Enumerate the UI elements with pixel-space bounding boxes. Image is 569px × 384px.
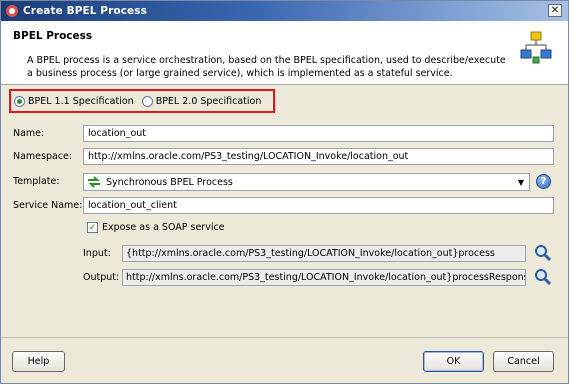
service-name-input[interactable]: location_out_client <box>83 197 554 214</box>
input-message-field[interactable]: {http://xmlns.oracle.com/PS3_testing/LOC… <box>122 245 526 262</box>
bpel-2-0-label: BPEL 2.0 Specification <box>155 95 262 107</box>
sync-process-icon <box>88 176 100 188</box>
output-label: Output: <box>83 272 120 283</box>
help-button[interactable]: Help <box>12 351 65 372</box>
expose-soap-checkbox[interactable]: ✓ Expose as a SOAP service <box>87 222 225 233</box>
template-value: Synchronous BPEL Process <box>106 176 233 188</box>
ok-button-label: OK <box>446 356 461 367</box>
radio-unselected-icon <box>141 95 153 107</box>
name-label: Name: <box>13 128 45 139</box>
search-icon[interactable] <box>534 268 552 286</box>
namespace-label: Namespace: <box>13 151 73 162</box>
service-name-label: Service Name: <box>13 200 83 211</box>
dialog-header: BPEL Process A BPEL process is a service… <box>1 21 568 85</box>
bpel-1-1-radio[interactable]: BPEL 1.1 Specification <box>14 95 134 107</box>
expose-soap-label: Expose as a SOAP service <box>102 222 225 233</box>
checkmark-icon: ✓ <box>87 222 98 233</box>
cancel-button-label: Cancel <box>507 356 540 367</box>
header-title: BPEL Process <box>13 30 93 42</box>
create-bpel-process-dialog: Create BPEL Process ✕ BPEL Process A BPE… <box>0 0 569 384</box>
help-button-label: Help <box>27 356 50 367</box>
template-label: Template: <box>13 176 60 187</box>
close-icon: ✕ <box>550 5 560 16</box>
output-message-field[interactable]: http://xmlns.oracle.com/PS3_testing/LOCA… <box>122 269 526 286</box>
bpel-1-1-label: BPEL 1.1 Specification <box>28 95 134 107</box>
input-label: Input: <box>83 248 111 259</box>
namespace-input[interactable]: http://xmlns.oracle.com/PS3_testing/LOCA… <box>83 148 554 165</box>
template-select[interactable]: Synchronous BPEL Process ▼ <box>83 173 530 191</box>
process-flow-icon <box>520 31 552 64</box>
radio-selected-icon <box>14 95 25 107</box>
window-title: Create BPEL Process <box>23 5 147 17</box>
app-icon <box>6 5 18 17</box>
chevron-down-icon[interactable]: ▼ <box>514 175 528 189</box>
footer-divider <box>1 337 568 338</box>
cancel-button[interactable]: Cancel <box>493 351 554 372</box>
search-icon[interactable] <box>534 244 552 262</box>
bpel-2-0-radio[interactable]: BPEL 2.0 Specification <box>141 95 262 107</box>
name-input[interactable]: location_out <box>83 125 554 142</box>
specification-radio-group: BPEL 1.1 Specification BPEL 2.0 Specific… <box>9 89 275 113</box>
help-icon[interactable]: ? <box>536 174 551 189</box>
header-description: A BPEL process is a service orchestratio… <box>27 55 506 79</box>
close-button[interactable]: ✕ <box>548 4 562 17</box>
title-bar[interactable]: Create BPEL Process ✕ <box>1 1 568 21</box>
ok-button[interactable]: OK <box>423 351 484 372</box>
